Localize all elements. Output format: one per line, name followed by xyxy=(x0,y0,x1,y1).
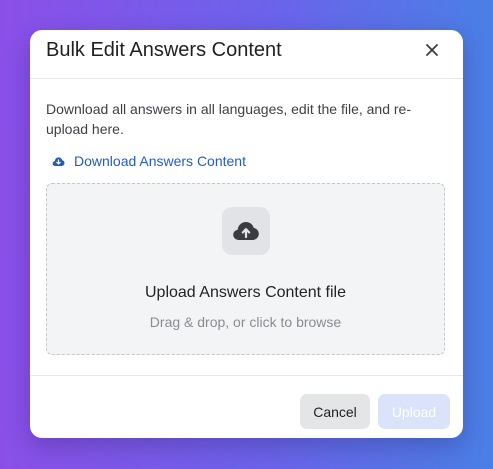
cloud-upload-icon xyxy=(233,222,259,240)
upload-icon-container xyxy=(222,207,270,255)
dropzone-title: Upload Answers Content file xyxy=(145,284,346,301)
cloud-download-icon xyxy=(52,155,65,168)
modal-footer: Cancel Upload xyxy=(30,376,463,438)
modal-header: Bulk Edit Answers Content xyxy=(30,30,463,79)
close-icon xyxy=(426,44,438,56)
download-answers-link[interactable]: Download Answers Content xyxy=(52,152,246,170)
modal-body: Download all answers in all languages, e… xyxy=(30,79,463,376)
file-dropzone[interactable]: Upload Answers Content file Drag & drop,… xyxy=(46,183,445,355)
bulk-edit-modal: Bulk Edit Answers Content Download all a… xyxy=(30,30,463,438)
description-text: Download all answers in all languages, e… xyxy=(46,101,411,137)
upload-button[interactable]: Upload xyxy=(378,394,450,429)
download-link-label: Download Answers Content xyxy=(74,153,246,169)
close-button[interactable] xyxy=(421,39,443,61)
modal-title: Bulk Edit Answers Content xyxy=(46,39,282,61)
dropzone-hint: Drag & drop, or click to browse xyxy=(149,314,342,330)
cancel-button[interactable]: Cancel xyxy=(300,394,370,429)
